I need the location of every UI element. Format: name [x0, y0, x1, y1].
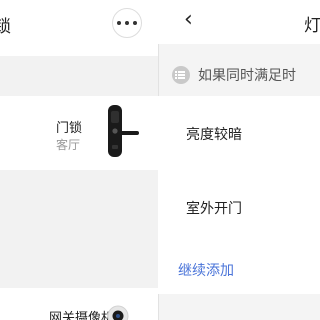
- more-dot-icon: [125, 21, 129, 25]
- list-icon: [172, 66, 190, 84]
- list-line: [178, 74, 185, 76]
- chevron-left-icon[interactable]: ‹: [184, 9, 193, 31]
- camera-icon: [107, 305, 129, 320]
- add-more-link[interactable]: 继续添加: [178, 260, 234, 280]
- condition-label: 亮度较暗: [186, 127, 242, 143]
- condition-label: 室外开门: [186, 201, 242, 217]
- device-name: 门锁: [56, 121, 83, 136]
- screen: 锁 门锁 客厅 网关摄像机 ‹ 灯 如果同时满足时 亮度较暗 室外开门 继续添加: [0, 0, 320, 320]
- list-bullet: [175, 71, 177, 73]
- device-room: 客厅: [56, 138, 81, 152]
- more-button[interactable]: [112, 8, 142, 38]
- more-dot-icon: [133, 21, 137, 25]
- list-bullet: [175, 77, 177, 79]
- right-header: [158, 0, 320, 44]
- device-name: 网关摄像机: [49, 311, 115, 320]
- list-line: [178, 71, 185, 73]
- more-dot-icon: [117, 21, 121, 25]
- list-line: [178, 77, 185, 79]
- list-bullet: [175, 74, 177, 76]
- conditions-header-text: 如果同时满足时: [198, 68, 296, 84]
- door-lock-icon: [108, 105, 139, 157]
- right-page-title: 灯: [304, 16, 320, 36]
- left-page-title: 锁: [0, 17, 11, 37]
